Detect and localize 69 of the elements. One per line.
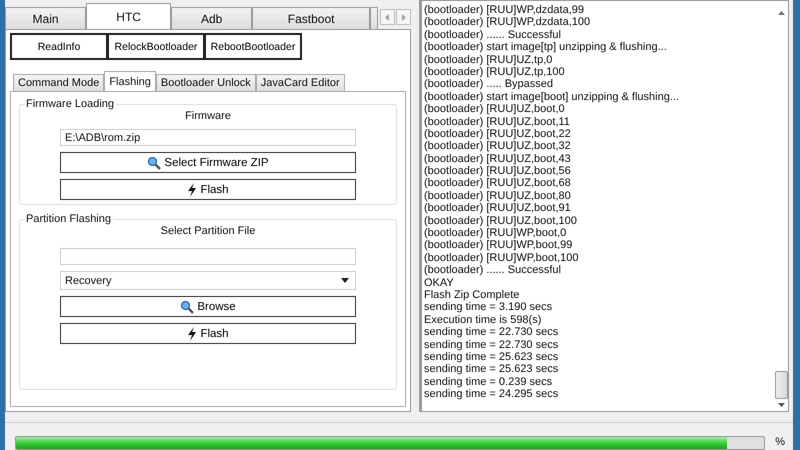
sub-tab[interactable]: Bootloader Unlock [156, 74, 256, 91]
action-button[interactable]: RebootBootloader [204, 33, 302, 60]
log-line: (bootloader) [RUU]WP,boot,0 [424, 227, 568, 240]
log-line: sending time = 22.730 secs [424, 326, 560, 339]
percent-label: % [775, 436, 785, 448]
dropdown-arrow-icon [341, 278, 349, 283]
log-line: sending time = 22.730 secs [424, 338, 560, 351]
log-line: (bootloader) [RUU]UZ,boot,22 [424, 128, 572, 140]
partition-dropdown[interactable]: Recovery [60, 271, 356, 290]
lightning-icon [187, 326, 198, 340]
log-line: (bootloader) ..... Bypassed [424, 78, 554, 91]
log-line: (bootloader) [RUU]WP,boot,99 [424, 239, 574, 252]
scroll-thumb[interactable] [775, 371, 788, 399]
log-line: (bootloader) [RUU]UZ,boot,43 [424, 152, 572, 166]
log-line: (bootloader) [RUU]WP,dzdata,100 [424, 16, 592, 29]
log-line: (bootloader) [RUU]UZ,boot,80 [424, 190, 572, 202]
main-tab[interactable]: Fastboot [252, 7, 370, 29]
log-line: (bootloader) [RUU]UZ,boot,56 [424, 165, 572, 178]
log-line: (bootloader) [RUU]UZ,boot,11 [424, 116, 571, 128]
select-firmware-button[interactable]: Select Firmware ZIP [60, 152, 356, 173]
log-line: (bootloader) [RUU]UZ,boot,91 [424, 202, 572, 215]
field-label: Firmware [184, 110, 232, 122]
log-line: Flash Zip Complete [424, 288, 520, 302]
log-line: sending time = 0.239 secs [424, 376, 554, 388]
field-label: Select Partition File [160, 225, 256, 237]
log-line: (bootloader) [RUU]UZ,boot,0 [424, 103, 566, 116]
main-tab[interactable]: HTC [86, 3, 172, 29]
down-arrow-icon[interactable] [778, 403, 785, 407]
log-line: sending time = 25.623 secs [424, 350, 560, 364]
log-box[interactable] [419, 0, 789, 412]
group-title: Firmware Loading [25, 98, 116, 110]
scroll-left-button[interactable] [380, 9, 396, 25]
log-line: (bootloader) [RUU]WP,dzdata,99 [424, 4, 585, 16]
main-tab[interactable]: Adb [171, 7, 252, 29]
flash-button[interactable]: Flash [60, 179, 356, 200]
log-line: (bootloader) [RUU]WP,boot,100 [424, 252, 580, 264]
main-tab[interactable] [370, 7, 378, 29]
partition-file-field[interactable] [60, 248, 356, 265]
search-icon [147, 156, 162, 170]
log-line: sending time = 3.190 secs [424, 301, 554, 314]
log-line: sending time = 25.623 secs [424, 363, 560, 376]
group-title: Partition Flashing [25, 213, 112, 225]
log-line: (bootloader) [RUU]UZ,tp,0 [424, 54, 554, 66]
log-line: (bootloader) start image[tp] unzipping & flushing... [424, 41, 668, 54]
sub-tab[interactable]: Flashing [104, 71, 156, 91]
action-button[interactable]: RelockBootloader [107, 33, 205, 60]
right-arrow-icon [401, 14, 406, 20]
sub-tab[interactable]: Command Mode [13, 74, 104, 91]
log-line: (bootloader) ...... Successful [424, 28, 562, 42]
log-line: (bootloader) [RUU]UZ,tp,100 [424, 66, 566, 78]
flash-button[interactable]: Flash [60, 323, 356, 344]
left-arrow-icon [385, 14, 390, 20]
up-arrow-icon[interactable] [778, 11, 785, 15]
log-line: (bootloader) [RUU]UZ,boot,100 [424, 214, 578, 228]
scroll-right-button[interactable] [396, 9, 412, 25]
lightning-icon [187, 182, 198, 196]
path-field[interactable]: E:\ADB\rom.zip [60, 129, 356, 146]
sub-tab[interactable]: JavaCard Editor [256, 74, 345, 91]
action-button[interactable]: ReadInfo [10, 33, 108, 60]
log-line: (bootloader) [RUU]UZ,boot,32 [424, 140, 572, 153]
log-line: OKAY [424, 276, 455, 289]
browse-button[interactable]: Browse [60, 296, 356, 317]
main-tab[interactable]: Main [5, 7, 86, 29]
log-line: (bootloader) ...... Successful [424, 264, 562, 277]
log-line: sending time = 24.295 secs [424, 388, 560, 400]
log-line: (bootloader) start image[boot] unzipping & flushing... [424, 90, 680, 104]
search-icon [180, 300, 194, 314]
log-line: (bootloader) [RUU]UZ,boot,68 [424, 177, 572, 190]
log-line: Execution time is 598(s) [424, 314, 542, 326]
